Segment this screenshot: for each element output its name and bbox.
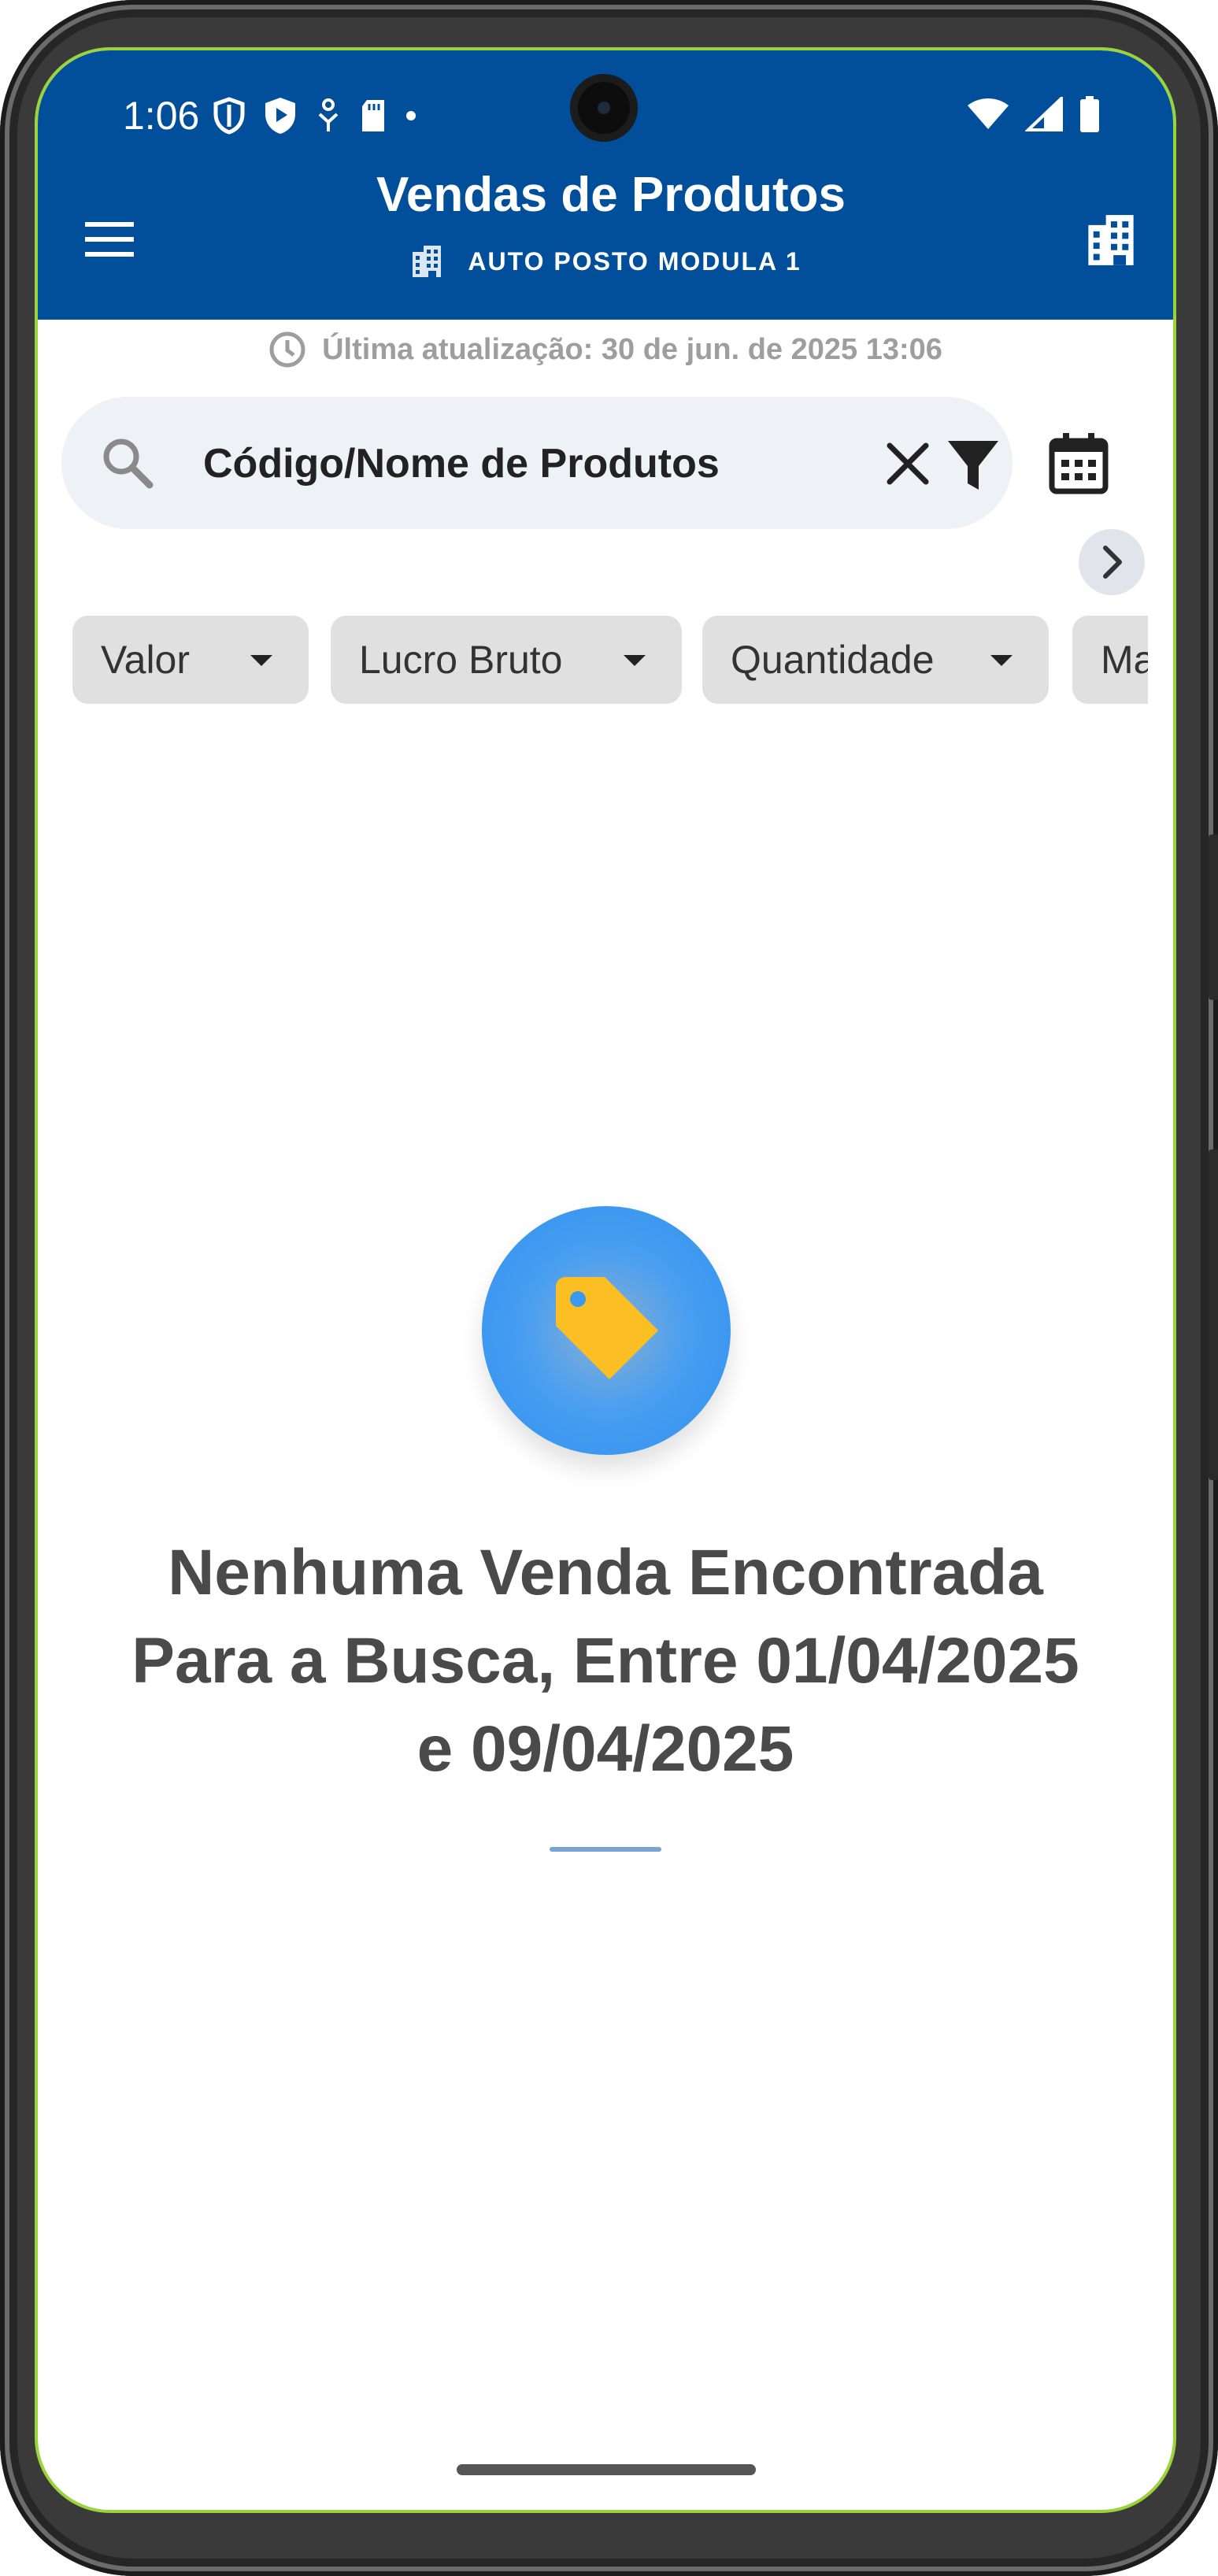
calendar-icon[interactable] [1046, 430, 1112, 496]
company-selector-label: AUTO POSTO MODULA 1 [38, 244, 1173, 279]
building-icon [413, 246, 442, 277]
divider [550, 1847, 661, 1852]
front-camera [570, 74, 638, 142]
sd-card-icon [362, 100, 384, 131]
dropdown-arrow-icon [624, 655, 646, 666]
chips-scroll-next-button[interactable] [1079, 529, 1145, 595]
last-update-text: Última atualização: 30 de jun. de 2025 1… [322, 332, 942, 366]
search-bar [61, 397, 1013, 529]
chip-quantidade[interactable]: Quantidade [702, 616, 1049, 704]
dropdown-arrow-icon [250, 655, 272, 666]
play-shield-icon [265, 98, 295, 134]
tag-icon [556, 1277, 658, 1379]
status-time: 1:06 [123, 94, 200, 138]
device-frame: 1:06 Vendas de Produtos AUTO POSTO MODUL… [0, 0, 1218, 2576]
empty-state-message: Nenhuma Venda Encontrada Para a Busca, E… [131, 1537, 1079, 1785]
volume-button [1209, 1149, 1218, 1480]
shield-icon [213, 97, 245, 135]
building-icon [1088, 215, 1134, 265]
power-button [1209, 835, 1218, 1000]
home-indicator [457, 2464, 756, 2475]
sort-chips: Valor Lucro Bruto Quantidade Ma [72, 616, 1148, 707]
accessibility-icon [318, 98, 339, 131]
chip-label: Lucro Bruto [359, 638, 563, 682]
filter-icon[interactable] [943, 435, 1003, 494]
chip-label: Quantidade [731, 638, 935, 682]
search-input[interactable] [202, 431, 787, 496]
chip-partial[interactable]: Ma [1072, 616, 1148, 704]
clock-icon [269, 331, 305, 368]
system-icons [967, 96, 1101, 132]
notification-icons [213, 96, 417, 135]
signal-icon [1025, 97, 1063, 131]
chip-label: Ma [1101, 638, 1148, 682]
wifi-icon [968, 98, 1009, 129]
chip-lucro-bruto[interactable]: Lucro Bruto [331, 616, 682, 704]
app-bar: 1:06 Vendas de Produtos AUTO POSTO MODUL… [38, 50, 1173, 320]
company-name: AUTO POSTO MODULA 1 [468, 246, 802, 276]
empty-state-badge [482, 1206, 731, 1455]
last-update: Última atualização: 30 de jun. de 2025 1… [38, 331, 1173, 368]
page-title: Vendas de Produtos [376, 168, 846, 222]
close-icon[interactable] [880, 436, 935, 491]
dot-icon [406, 111, 416, 120]
company-button[interactable] [1083, 213, 1138, 268]
battery-icon [1080, 96, 1099, 132]
screen: 1:06 Vendas de Produtos AUTO POSTO MODUL… [38, 50, 1173, 2510]
chip-valor[interactable]: Valor [72, 616, 309, 704]
search-icon [103, 439, 154, 489]
dropdown-arrow-icon [990, 655, 1013, 666]
chip-label: Valor [101, 638, 191, 682]
chevron-right-icon [1103, 546, 1122, 579]
